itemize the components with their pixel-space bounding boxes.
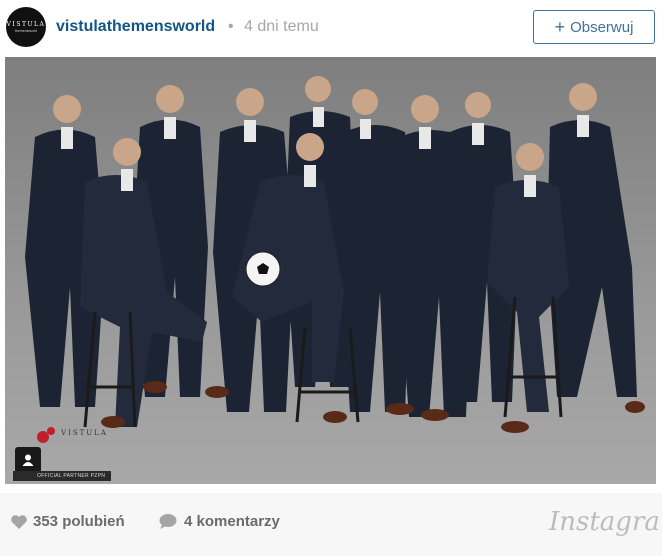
post-footer: 353 polubień 4 komentarzy Instagram [0,493,662,556]
comments-button[interactable]: 4 komentarzy [158,513,280,530]
plus-icon: + [554,17,566,37]
heart-icon [11,514,27,529]
team-photo-illustration [5,57,656,484]
follow-button[interactable]: + Obserwuj [533,10,655,44]
avatar-logo-text: VISTULA [6,21,46,28]
likes-count: 353 polubień [33,513,125,530]
post-time[interactable]: 4 dni temu [244,18,319,36]
post-header: VISTULA themensworld vistulathemensworld… [0,0,662,56]
user-tag-icon[interactable] [15,447,41,473]
photo-brand-watermark: VISTULA [61,429,108,437]
post-photo[interactable]: VISTULA OFFICIAL PARTNER PZPN [5,57,656,484]
likes-button[interactable]: 353 polubień [10,513,125,530]
username-link[interactable]: vistulathemensworld [56,18,215,36]
instagram-logo[interactable]: Instagram [549,507,662,537]
follow-button-label: Obserwuj [570,18,634,36]
comment-icon [159,514,177,529]
separator-dot: • [228,18,234,35]
photo-caption-band: OFFICIAL PARTNER PZPN [13,471,111,481]
avatar[interactable]: VISTULA themensworld [6,7,46,47]
comments-count: 4 komentarzy [184,513,280,530]
avatar-logo-subtext: themensworld [15,29,37,33]
